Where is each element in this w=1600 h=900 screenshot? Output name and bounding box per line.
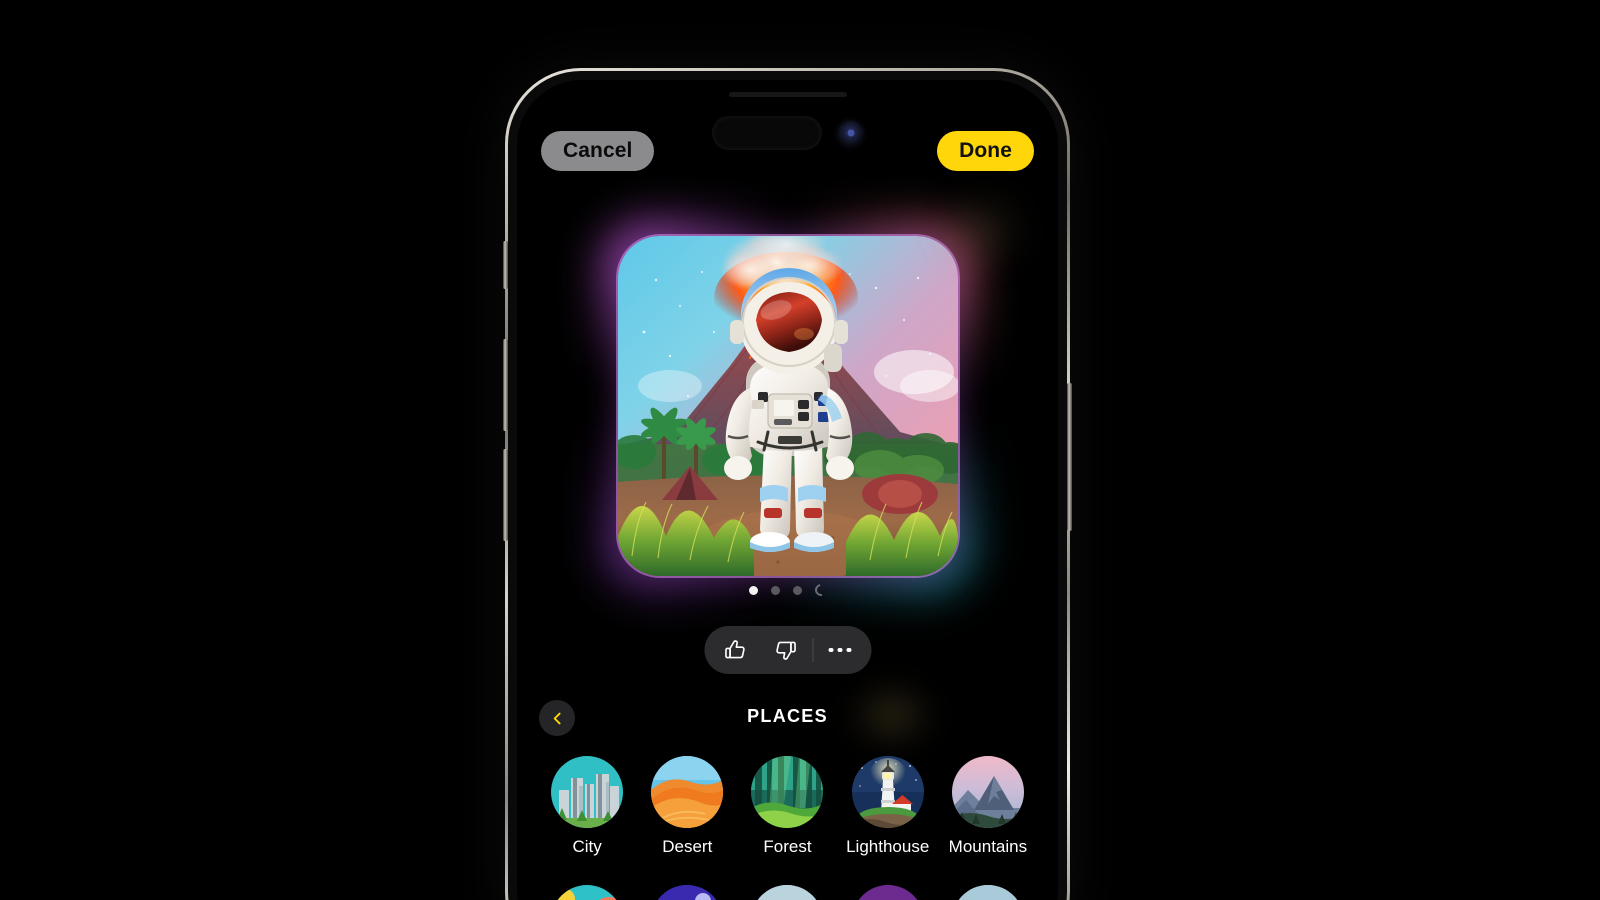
grid-item-row2-3[interactable]: [737, 885, 837, 900]
grid-item-label: Lighthouse: [846, 837, 930, 856]
mountains-icon: [951, 756, 1024, 828]
grid-item-row2-2[interactable]: [637, 885, 737, 900]
city-night-thumbnail: [851, 885, 924, 900]
grid-item-label: Desert: [662, 837, 713, 856]
feedback-toolbar: [704, 626, 871, 674]
device-bezel: Cancel Done PLACES City Desert Forest Li…: [503, 71, 1072, 900]
page-dot-3[interactable]: [792, 585, 802, 595]
thumbs-up-button[interactable]: [710, 626, 760, 674]
city-night-icon: [851, 885, 924, 900]
sky-thumbnail: [751, 885, 824, 900]
forest-icon: [751, 756, 824, 828]
thumbs-up-icon: [724, 640, 745, 659]
water-thumbnail: [951, 885, 1024, 900]
desert-icon: [651, 756, 724, 828]
desert-thumbnail: [651, 756, 724, 828]
screenshot-canvas: Cancel Done PLACES City Desert Forest Li…: [0, 0, 1600, 900]
beach-icon: [551, 885, 624, 900]
earpiece-speaker: [728, 92, 847, 97]
beach-thumbnail: [551, 885, 624, 900]
action-button[interactable]: [503, 241, 508, 289]
lighthouse-icon: [851, 756, 924, 828]
page-dot-1[interactable]: [748, 585, 758, 595]
category-title: PLACES: [747, 706, 828, 726]
thumbs-down-icon: [775, 641, 796, 660]
night-icon: [651, 885, 724, 900]
grid-item-label: City: [572, 837, 602, 856]
toolbar-divider: [812, 638, 813, 662]
category-grid: City Desert Forest Lighthouse Mountains: [517, 756, 1058, 900]
forest-thumbnail: [751, 756, 824, 828]
category-header: PLACES: [517, 700, 1058, 744]
night-thumbnail: [651, 885, 724, 900]
cancel-button[interactable]: Cancel: [541, 131, 655, 171]
top-bar: Cancel Done: [517, 130, 1058, 172]
grid-item-city[interactable]: City: [537, 756, 637, 857]
sky-icon: [751, 885, 824, 900]
grid-item-desert[interactable]: Desert: [637, 756, 737, 857]
astronaut-volcano-artwork: [617, 236, 958, 576]
water-icon: [951, 885, 1024, 900]
thumbs-down-button[interactable]: [760, 626, 810, 674]
grid-item-row2-4[interactable]: [838, 885, 938, 900]
volume-down-button[interactable]: [503, 449, 508, 541]
grid-item-label: Forest: [763, 837, 812, 856]
generated-image[interactable]: [617, 236, 958, 576]
device-screen: Cancel Done PLACES City Desert Forest Li…: [517, 80, 1058, 900]
power-button[interactable]: [1067, 383, 1072, 531]
loading-spinner-icon: [812, 581, 829, 599]
volume-up-button[interactable]: [503, 339, 508, 431]
grid-item-row2-5[interactable]: [938, 885, 1038, 900]
grid-item-label: Mountains: [948, 837, 1028, 856]
city-icon: [551, 756, 624, 828]
ellipsis-icon: [828, 647, 852, 653]
more-options-button[interactable]: [815, 626, 865, 674]
grid-item-forest[interactable]: Forest: [737, 756, 837, 857]
grid-item-mountains[interactable]: Mountains: [938, 756, 1038, 857]
page-indicator[interactable]: [517, 581, 1058, 599]
generated-image-container: [591, 210, 984, 602]
page-dot-2[interactable]: [770, 585, 780, 595]
grid-item-lighthouse[interactable]: Lighthouse: [838, 756, 938, 857]
mountains-thumbnail: [951, 756, 1024, 828]
city-thumbnail: [551, 756, 624, 828]
grid-item-row2-1[interactable]: [537, 885, 637, 900]
iphone-device-frame: Cancel Done PLACES City Desert Forest Li…: [503, 68, 1072, 900]
done-button[interactable]: Done: [937, 131, 1034, 171]
lighthouse-thumbnail: [851, 756, 924, 828]
